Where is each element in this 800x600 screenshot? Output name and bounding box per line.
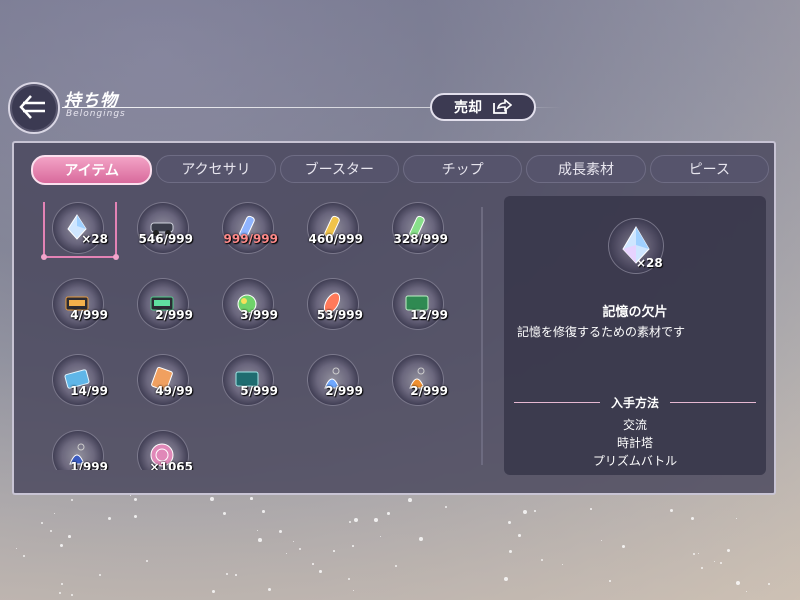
tab-label: ピース (688, 162, 730, 178)
inventory-item[interactable]: 328/999 (380, 202, 450, 262)
tab-growth-material[interactable]: 成長素材 (526, 155, 646, 183)
inventory-item[interactable]: ×1065 (125, 430, 195, 470)
inventory-item[interactable]: 5/999 (210, 354, 280, 414)
sparkle (736, 581, 740, 585)
item-count: 999/999 (223, 232, 278, 246)
tab-label: アイテム (64, 163, 119, 179)
acquisition-list: 交流 時計塔 プリズムバトル (504, 416, 766, 470)
item-count: 14/99 (70, 384, 108, 398)
sparkle (518, 534, 521, 537)
back-button[interactable] (8, 82, 60, 134)
inventory-item[interactable]: 53/999 (295, 278, 365, 338)
inventory-item[interactable]: 4/999 (40, 278, 110, 338)
sparkle (523, 510, 527, 514)
export-icon (493, 99, 512, 114)
sparkle (354, 518, 358, 522)
inventory-item[interactable]: 2/999 (125, 278, 195, 338)
item-count: 1/999 (70, 460, 108, 470)
inventory-item[interactable]: 49/99 (125, 354, 195, 414)
tab-chip[interactable]: チップ (402, 155, 523, 183)
inventory-item[interactable]: 460/999 (295, 202, 365, 262)
item-count: 12/99 (410, 308, 448, 322)
sparkle (374, 518, 378, 522)
tab-label: ブースター (304, 162, 374, 178)
acquisition-source: 交流 (622, 418, 647, 432)
back-arrow-icon (19, 95, 45, 119)
inventory-item[interactable]: 999/999 (210, 202, 280, 262)
detail-count: ×28 (636, 256, 663, 270)
item-count: 4/999 (70, 308, 108, 322)
sparkle (609, 580, 611, 582)
tab-piece[interactable]: ピース (649, 155, 769, 183)
sparkle (419, 537, 423, 541)
sparkle (333, 550, 335, 552)
item-count: 328/999 (393, 232, 448, 246)
inventory-item[interactable]: 14/99 (40, 354, 110, 414)
sparkle (312, 563, 314, 565)
inventory-item[interactable]: 1/999 (40, 430, 110, 470)
inventory-item[interactable]: 2/999 (380, 354, 450, 414)
acquisition-title: 入手方法 (610, 396, 659, 410)
sparkle (250, 497, 253, 500)
page-subtitle: Belongings (66, 109, 126, 119)
sparkle (23, 555, 25, 557)
inventory-item[interactable]: ×28 (40, 202, 119, 262)
sparkle (352, 545, 354, 547)
sell-button[interactable]: 売却 (430, 93, 536, 121)
sparkle (534, 510, 536, 512)
tab-label: アクセサリ (181, 162, 251, 178)
sparkle (691, 517, 694, 520)
selection-frame (41, 202, 119, 260)
panel-divider (481, 207, 483, 465)
item-count: 49/99 (155, 384, 193, 398)
sparkle (408, 498, 412, 502)
item-count: 460/999 (308, 232, 363, 246)
inventory-item[interactable]: 2/999 (295, 354, 365, 414)
sparkle (210, 497, 214, 501)
acquisition-source: プリズムバトル (592, 454, 678, 468)
item-grid: ×28 546/999 999/999 460/999 328/999 4/999 2/99… (40, 200, 470, 470)
sparkle (590, 508, 592, 510)
sparkle (258, 538, 262, 542)
sparkle (504, 577, 508, 581)
item-count: 2/999 (410, 384, 448, 398)
tab-accessory[interactable]: アクセサリ (156, 155, 276, 183)
detail-item-name: 記憶の欠片 (602, 305, 668, 320)
item-count: 2/999 (325, 384, 363, 398)
sparkle (223, 512, 226, 515)
detail-description: 記憶を修復するための素材です (517, 325, 686, 339)
sparkle (60, 544, 63, 547)
sparkle (235, 574, 237, 576)
inventory-item[interactable]: 12/99 (380, 278, 450, 338)
item-count: 546/999 (138, 232, 193, 246)
item-detail-panel: ×28 記憶の欠片 記憶を修復するための素材です 入手方法 交流 時計塔 プリズ… (504, 196, 766, 475)
acquisition-source: 時計塔 (616, 436, 653, 450)
inventory-item[interactable]: 546/999 (125, 202, 195, 262)
sell-button-label: 売却 (454, 100, 482, 116)
tab-booster[interactable]: ブースター (279, 155, 399, 183)
sparkle (108, 517, 111, 520)
sparkle (387, 512, 390, 515)
category-tabs: アイテム アクセサリ ブースター チップ 成長素材 ピース (31, 155, 769, 185)
item-count: 3/999 (240, 308, 278, 322)
sparkle (262, 510, 265, 513)
tab-item[interactable]: アイテム (31, 155, 153, 185)
tab-label: 成長素材 (557, 162, 614, 178)
inventory-item[interactable]: 3/999 (210, 278, 280, 338)
item-count: 2/999 (155, 308, 193, 322)
sparkle (68, 535, 71, 538)
tab-label: チップ (441, 162, 484, 178)
item-count: 5/999 (240, 384, 278, 398)
item-count: 53/999 (316, 308, 363, 322)
sparkle (319, 570, 322, 573)
item-count: ×1065 (149, 460, 193, 470)
